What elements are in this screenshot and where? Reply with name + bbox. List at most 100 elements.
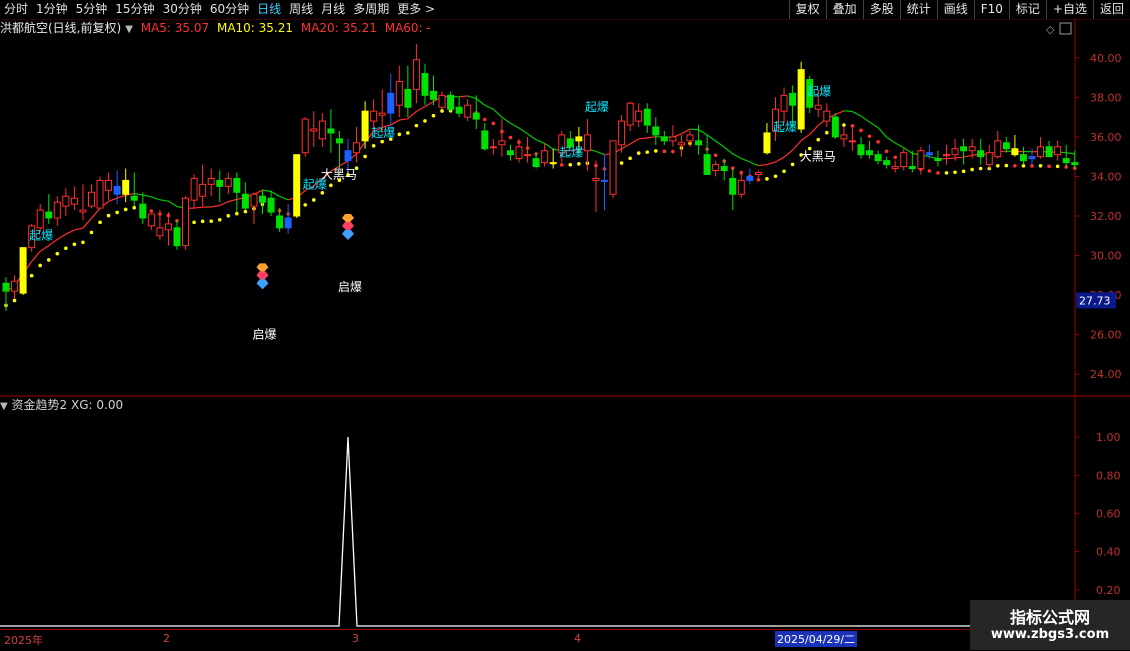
signal-label: 启爆 [253, 328, 277, 342]
trend-dot [996, 164, 1000, 168]
ma-line-segment [536, 140, 545, 144]
date-label: 2 [163, 632, 170, 645]
chevron-down-icon[interactable]: ▼ [0, 401, 8, 412]
candle-body [901, 153, 907, 167]
trend-dot [380, 140, 384, 144]
ma-line-segment [733, 154, 742, 159]
watermark-url: www.zbgs3.com [970, 627, 1130, 642]
candle-body [644, 109, 650, 125]
ma-line-segment [416, 107, 425, 112]
ma-line-segment [596, 151, 605, 154]
signal-label: 起爆 [559, 146, 583, 160]
trend-dot [201, 220, 205, 224]
candle-body [388, 93, 394, 113]
candle-body [918, 151, 924, 169]
trend-dot [13, 299, 17, 303]
ma-line-segment [92, 208, 101, 218]
candle-body [926, 153, 932, 155]
indicator-title[interactable]: 资金趋势2 [12, 398, 68, 412]
candle-body [71, 198, 77, 204]
trend-dot [56, 252, 60, 256]
trend-dot [825, 131, 829, 135]
trend-dot [321, 191, 325, 195]
candle-body [473, 113, 479, 119]
candle-body [781, 95, 787, 111]
trend-dot [714, 153, 718, 157]
ma-line-segment [476, 99, 485, 106]
candle-body [413, 60, 419, 90]
trend-dot [98, 221, 102, 225]
diamond-icon: ◇ [1046, 23, 1055, 36]
candle-body [602, 180, 608, 181]
ma-line-segment [630, 139, 639, 144]
candle-body [285, 218, 291, 228]
ma-line-segment [844, 111, 853, 112]
candle-body [1072, 163, 1078, 165]
ma-line-segment [707, 135, 716, 141]
candle-body [482, 131, 488, 149]
signal-label: 起爆 [585, 100, 609, 114]
ma-line-segment [271, 191, 280, 196]
ma-line-segment [40, 246, 49, 252]
candle-body [764, 133, 770, 153]
price-tick-label: 30.00 [1090, 250, 1122, 263]
candle-body [849, 141, 855, 142]
signal-label: 大黑马 [321, 167, 357, 181]
trend-dot [620, 161, 624, 165]
candle-body [242, 194, 248, 208]
trend-dot [791, 163, 795, 167]
candle-body [670, 137, 676, 141]
trend-dot [560, 163, 564, 167]
candle-body [1055, 147, 1061, 155]
date-label: 4 [574, 632, 581, 645]
trend-dot [893, 155, 897, 159]
candle-body [302, 119, 308, 153]
watermark-logo: 指标公式网 www.zbgs3.com [970, 600, 1130, 650]
kline-chart[interactable]: ◇40.0038.0036.0034.0032.0030.0028.0026.0… [0, 0, 1130, 650]
candle-body [54, 202, 60, 218]
candle-body [277, 216, 283, 228]
trend-dot [936, 171, 940, 175]
trend-dot [765, 177, 769, 181]
trend-dot [645, 150, 649, 154]
sub-tick-label: 0.60 [1096, 507, 1121, 520]
candle-body [89, 192, 95, 206]
candle-body [1003, 143, 1009, 149]
ma-line-segment [699, 130, 708, 135]
trend-dot [132, 206, 136, 210]
trend-dot [577, 162, 581, 166]
ma-line-segment [519, 128, 528, 134]
ma-line-segment [263, 190, 272, 191]
candle-body [131, 196, 137, 200]
candle-body [533, 159, 539, 167]
candle-body [653, 127, 659, 135]
candle-body [944, 155, 950, 156]
candle-body [20, 248, 26, 293]
candle-body [448, 95, 454, 109]
trend-dot [64, 246, 68, 250]
ma-line-segment [741, 158, 750, 162]
ma-line-segment [160, 200, 169, 201]
trend-dot [1013, 164, 1017, 168]
ma-line-segment [870, 122, 879, 128]
price-tick-label: 38.00 [1090, 91, 1122, 104]
candle-body [80, 210, 86, 212]
candle-body [148, 214, 154, 226]
candle-body [157, 228, 163, 236]
gem-icon [257, 279, 269, 289]
date-axis: 2025年 2 3 4 2025/04/29/二 [0, 629, 1075, 651]
candle-body [311, 129, 317, 131]
trend-dot [235, 212, 239, 216]
trend-dot [757, 178, 761, 182]
candle-body [46, 212, 52, 218]
candle-body [875, 155, 881, 161]
candle-body [935, 159, 941, 161]
ma-line-segment [143, 195, 152, 197]
ma-line-segment [339, 161, 348, 166]
sub-tick-label: 0.20 [1096, 584, 1121, 597]
candle-body [3, 283, 9, 291]
signal-label: 启爆 [338, 280, 362, 294]
candle-body [747, 176, 753, 180]
trend-dot [192, 221, 196, 225]
candle-body [490, 147, 496, 148]
